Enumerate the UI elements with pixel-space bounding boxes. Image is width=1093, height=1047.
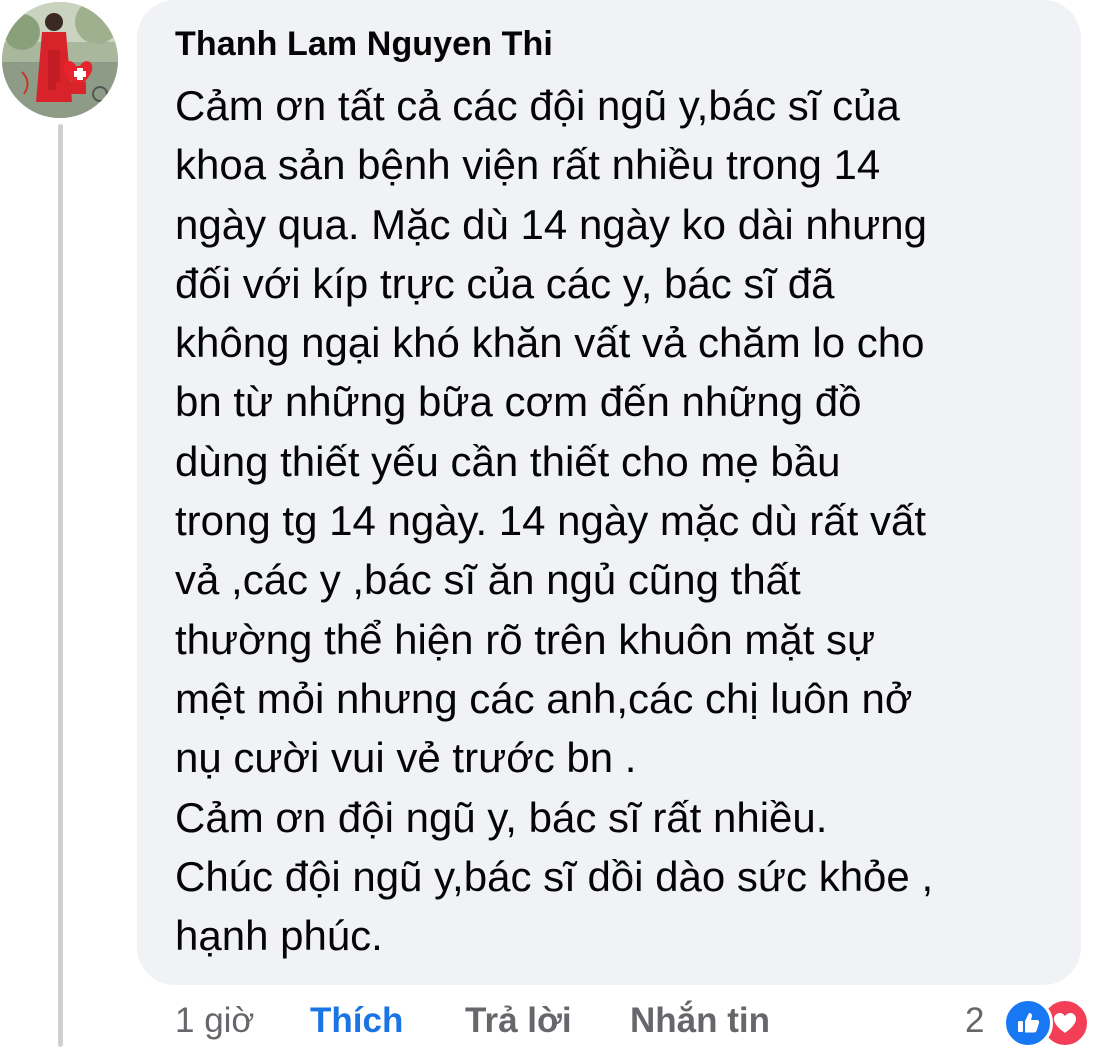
comment-bubble: Thanh Lam Nguyen Thi Cảm ơn tất cả các đ…	[137, 0, 1081, 985]
comment-line: không ngại khó khăn vất vả chăm lo cho	[175, 319, 925, 367]
comment-line: nụ cười vui vẻ trước bn .	[175, 734, 637, 782]
comment-line: Cảm ơn đội ngũ y, bác sĩ rất nhiều.	[175, 793, 828, 841]
comment-line: đối với kíp trực của các y, bác sĩ đã	[175, 259, 835, 307]
comment-line: Chúc đội ngũ y,bác sĩ dồi dào sức khỏe ,	[175, 852, 934, 900]
reaction-summary[interactable]: 2	[965, 995, 1093, 1047]
comment-line: mệt mỏi nhưng các anh,các chị luôn nở	[175, 674, 913, 722]
comment-author[interactable]: Thanh Lam Nguyen Thi	[175, 25, 553, 64]
comment-line: vả ,các y ,bác sĩ ăn ngủ cũng thất	[175, 556, 801, 604]
comment-line: Cảm ơn tất cả các đội ngũ y,bác sĩ của	[175, 82, 900, 129]
comment-line: thường thể hiện rõ trên khuôn mặt sự	[175, 615, 876, 663]
avatar-image	[2, 2, 118, 118]
comment-line: khoa sản bệnh viện rất nhiều trong 14	[175, 141, 881, 189]
like-icon	[1003, 998, 1053, 1047]
comment-thread: Thanh Lam Nguyen Thi Cảm ơn tất cả các đ…	[0, 0, 1093, 1047]
avatar[interactable]	[2, 2, 118, 118]
thread-line	[58, 124, 63, 1047]
comment-line: ngày qua. Mặc dù 14 ngày ko dài nhưng	[175, 200, 927, 248]
comment-line: hạnh phúc.	[175, 912, 383, 960]
comment-line: dùng thiết yếu cần thiết cho mẹ bầu	[175, 437, 841, 485]
comment-timestamp[interactable]: 1 giờ	[175, 1001, 254, 1041]
comment-line: trong tg 14 ngày. 14 ngày mặc dù rất vất	[175, 497, 927, 545]
like-button[interactable]: Thích	[310, 1001, 403, 1041]
comment-text: Cảm ơn tất cả các đội ngũ y,bác sĩ của k…	[175, 76, 1067, 965]
reaction-count: 2	[965, 1001, 985, 1040]
comment-line: bn từ những bữa cơm đến những đồ	[175, 378, 862, 426]
message-button[interactable]: Nhắn tin	[630, 1001, 770, 1041]
reply-button[interactable]: Trả lời	[465, 1001, 572, 1041]
